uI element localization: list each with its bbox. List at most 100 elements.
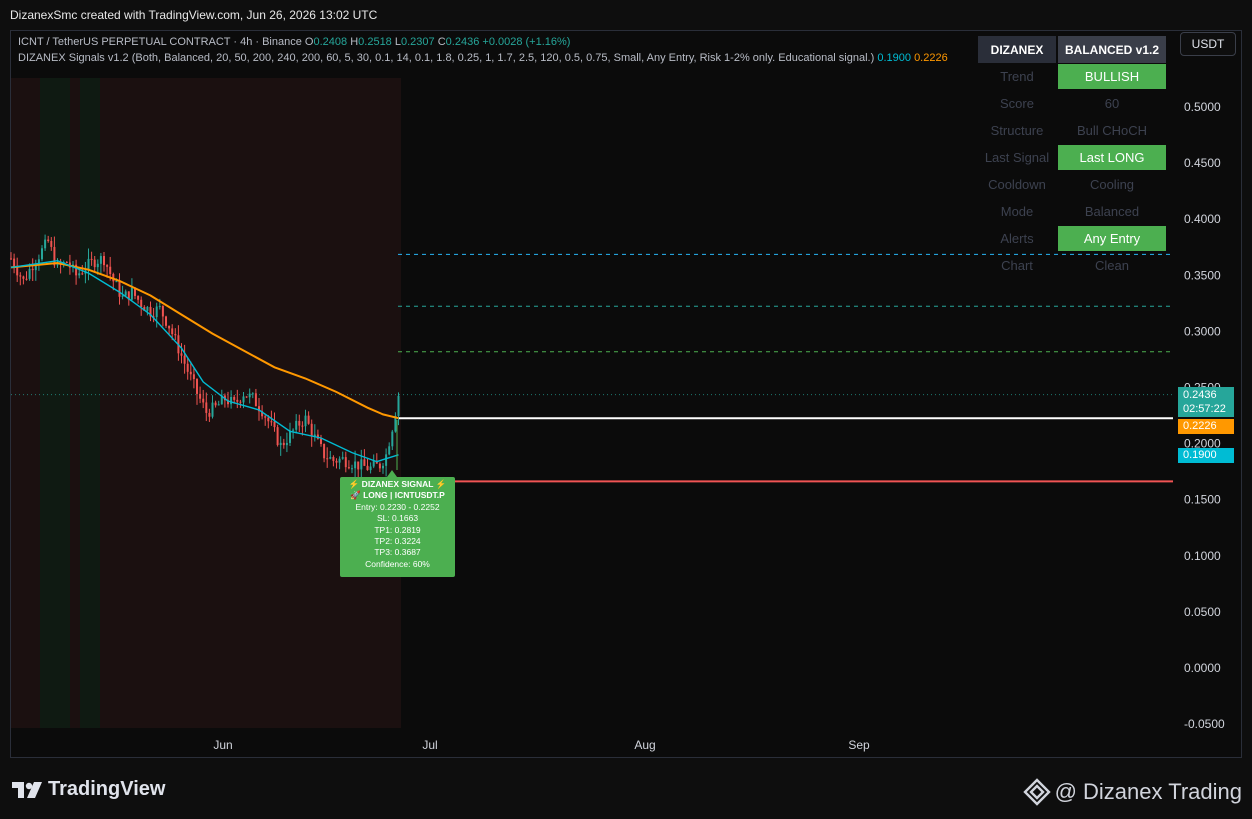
currency-button[interactable]: USDT	[1180, 32, 1236, 56]
panel-label: Last Signal	[984, 150, 1050, 165]
candle-body	[295, 420, 298, 430]
candle-body	[99, 256, 102, 264]
signal-line-1: ⚡ DIZANEX SIGNAL ⚡	[348, 479, 447, 489]
y-tick-label: 0.0500	[1184, 605, 1221, 619]
candle-body	[360, 459, 363, 470]
panel-value: Clean	[1095, 258, 1129, 273]
x-tick-label: Jun	[213, 738, 232, 752]
panel-label: Alerts	[1000, 231, 1034, 246]
candle-body	[192, 374, 195, 380]
candle-body	[282, 442, 285, 446]
panel-value: Cooling	[1089, 177, 1135, 192]
bull-zone	[40, 78, 70, 728]
candle-body	[397, 395, 400, 416]
candle-body	[248, 393, 251, 398]
candle-body	[378, 463, 381, 469]
ohlc-low: 0.2307	[401, 36, 435, 48]
signal-tp2: TP2: 0.3224	[374, 536, 421, 547]
panel-value: Any Entry	[1058, 226, 1166, 251]
diamond-logo-icon	[1022, 778, 1051, 806]
candle-body	[279, 442, 282, 446]
tradingview-logo[interactable]: TradingView	[12, 778, 165, 801]
candle-body	[236, 399, 239, 402]
candle-body	[109, 266, 112, 275]
panel-row-score: Score 60	[978, 90, 1168, 117]
candle-body	[10, 258, 12, 260]
panel-label: Mode	[1000, 204, 1034, 219]
candle-body	[106, 265, 109, 267]
candle-body	[165, 316, 167, 326]
candle-body	[28, 268, 31, 279]
y-tick-label: -0.0500	[1184, 717, 1225, 731]
candle-body	[208, 412, 211, 417]
signal-entry: Entry: 0.2230 - 0.2252	[355, 501, 440, 512]
y-tick-label: 0.0000	[1184, 661, 1221, 675]
candle-body	[199, 393, 202, 399]
candle-body	[205, 402, 208, 413]
ema-slow-badge: 0.2226	[1178, 419, 1234, 434]
candle-body	[140, 299, 143, 307]
bar-countdown: 02:57:22	[1183, 403, 1226, 415]
panel-header: DIZANEX BALANCED v1.2	[978, 36, 1168, 63]
signal-sl: SL: 0.1663	[376, 513, 419, 524]
symbol-title[interactable]: ICNT / TetherUS PERPETUAL CONTRACT · 4h …	[18, 36, 302, 48]
panel-label: Score	[1000, 96, 1034, 111]
bull-zone	[80, 78, 100, 728]
candle-body	[44, 239, 47, 249]
panel-row-trend: Trend BULLISH	[978, 63, 1168, 90]
candle-body	[41, 248, 43, 260]
candle-body	[180, 353, 183, 356]
candle-body	[301, 425, 304, 427]
candle-body	[78, 273, 81, 276]
candle-body	[171, 328, 174, 335]
indicator-title[interactable]: DIZANEX Signals v1.2 (Both, Balanced, 20…	[18, 52, 874, 64]
candle-body	[341, 457, 344, 459]
candle-body	[267, 417, 270, 422]
candle-body	[93, 259, 96, 268]
candle-body	[202, 398, 205, 403]
candle-body	[239, 401, 242, 403]
y-tick-label: 0.1500	[1184, 493, 1221, 507]
candle-body	[254, 393, 257, 407]
candle-body	[289, 430, 291, 443]
candle-body	[22, 276, 25, 279]
candle-body	[264, 416, 267, 418]
candle-body	[388, 446, 391, 455]
signal-label: ⚡ DIZANEX SIGNAL ⚡ 🚀 LONG | ICNTUSDT.P E…	[340, 477, 455, 577]
candle-body	[273, 421, 276, 428]
signal-line-2: 🚀 LONG | ICNTUSDT.P	[350, 490, 445, 501]
candle-body	[382, 465, 384, 469]
panel-value: Last LONG	[1058, 145, 1166, 170]
panel-label: Chart	[1001, 258, 1033, 273]
candle-body	[31, 268, 34, 271]
x-tick-label: Jul	[422, 738, 437, 752]
x-tick-label: Aug	[634, 738, 655, 752]
candle-body	[115, 281, 118, 283]
candle-body	[251, 393, 254, 395]
signal-tp1: TP1: 0.2819	[374, 524, 421, 535]
candle-body	[196, 379, 198, 394]
y-tick-label: 0.3000	[1184, 324, 1221, 338]
candle-body	[19, 275, 22, 277]
candle-body	[25, 278, 28, 280]
y-tick-label: 0.5000	[1184, 100, 1221, 114]
candle-body	[81, 273, 84, 275]
candle-body	[332, 457, 335, 461]
panel-value: Bull CHoCH	[1076, 123, 1148, 138]
ohlc-open: 0.2408	[313, 36, 348, 48]
candle-body	[217, 404, 220, 406]
candle-body	[285, 442, 288, 446]
candle-body	[211, 402, 214, 417]
candle-body	[242, 396, 245, 403]
panel-row-alerts: Alerts Any Entry	[978, 225, 1168, 252]
symbol-legend: ICNT / TetherUS PERPETUAL CONTRACT · 4h …	[18, 36, 570, 48]
candle-body	[307, 415, 310, 424]
candle-body	[168, 325, 171, 329]
candle-body	[385, 454, 388, 466]
candle-body	[298, 420, 301, 426]
ohlc-close-label: C	[437, 36, 446, 48]
candle-body	[174, 334, 177, 336]
candle-body	[118, 281, 121, 297]
last-price: 0.2436	[1183, 389, 1217, 401]
candle-body	[304, 415, 307, 427]
